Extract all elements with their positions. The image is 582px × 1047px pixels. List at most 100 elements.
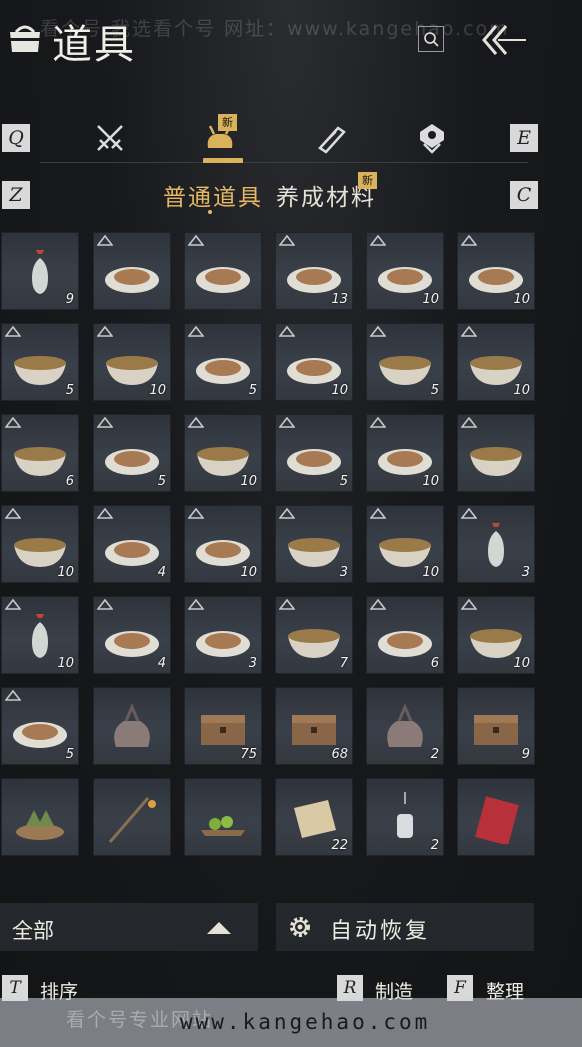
item-slot[interactable]: 13 [275,232,353,310]
braised-pork-icon [378,631,432,657]
item-slot[interactable]: 5 [184,323,262,401]
item-slot[interactable]: 10 [366,414,444,492]
scroll-icon [318,126,346,154]
item-quantity: 10 [422,565,439,580]
item-slot[interactable]: 68 [275,687,353,765]
bean-soup-icon [288,538,340,567]
tab-equipment[interactable] [80,112,140,164]
item-slot[interactable]: 9 [457,687,535,765]
porridge-bowl-icon [14,538,66,567]
vase-icon [32,614,48,658]
item-slot[interactable] [184,232,262,310]
item-slot[interactable]: 75 [184,687,262,765]
item-slot[interactable]: 10 [184,505,262,583]
item-slot[interactable]: 10 [366,505,444,583]
wooden-chest-icon [201,715,245,745]
prev-subtab-key[interactable]: Z [2,181,30,209]
item-slot[interactable] [93,778,171,856]
tofu-plate-icon [105,540,159,566]
item-slot[interactable]: 7 [275,596,353,674]
item-slot[interactable]: 10 [184,414,262,492]
item-slot[interactable] [93,687,171,765]
tab-divider [40,162,528,163]
item-quantity: 6 [430,656,439,671]
item-quantity: 3 [339,565,348,580]
tab-items[interactable]: 新 [190,112,250,164]
item-slot[interactable]: 5 [93,414,171,492]
item-quantity: 10 [422,474,439,489]
active-tab-indicator [203,158,243,163]
item-slot[interactable]: 10 [1,596,79,674]
item-quantity: 10 [513,383,530,398]
item-quantity: 7 [339,656,348,671]
item-slot[interactable]: 10 [93,323,171,401]
search-icon [424,32,439,47]
item-quantity: 3 [248,656,257,671]
red-envelope-icon [475,796,519,844]
item-slot[interactable]: 4 [93,505,171,583]
item-slot[interactable]: 6 [1,414,79,492]
auto-restore-label: 自动恢复 [330,919,431,944]
item-slot[interactable]: 2 [366,687,444,765]
stew-bowl-icon [470,447,522,476]
item-quantity: 68 [331,747,348,762]
item-slot[interactable]: 10 [366,232,444,310]
item-slot[interactable]: 5 [366,323,444,401]
cup-soup-icon [197,447,249,476]
item-slot[interactable]: 4 [93,596,171,674]
auto-restore-button[interactable]: 自动恢复 [276,903,534,951]
item-quantity: 13 [331,292,348,307]
item-slot[interactable]: 2 [366,778,444,856]
item-quantity: 4 [157,656,166,671]
next-subtab-key[interactable]: C [510,181,538,209]
item-slot[interactable] [457,778,535,856]
tab-map[interactable] [402,112,462,164]
item-quantity: 10 [422,292,439,307]
wooden-chest-icon [474,715,518,745]
item-slot[interactable] [93,232,171,310]
clay-bowl-icon [379,538,431,567]
cloth-sack-icon [114,703,150,747]
red-dish-icon [105,449,159,475]
item-slot[interactable]: 3 [457,505,535,583]
item-slot[interactable]: 5 [1,687,79,765]
item-slot[interactable]: 6 [366,596,444,674]
next-category-key[interactable]: E [510,124,538,152]
item-slot[interactable] [1,778,79,856]
tab-scrolls[interactable] [300,112,360,164]
item-slot[interactable]: 5 [1,323,79,401]
item-quantity: 9 [65,292,74,307]
back-button[interactable] [476,20,528,60]
item-slot[interactable]: 10 [457,596,535,674]
item-grid: 9 13 10 10 5 10 5 10 5 10 6 5 10 5 10 10 4 10 3 10 3 10 4 3 7 6 10… [0,230,540,880]
item-slot[interactable]: 9 [1,232,79,310]
item-quantity: 5 [65,383,74,398]
item-slot[interactable]: 22 [275,778,353,856]
item-slot[interactable] [457,414,535,492]
item-slot[interactable]: 10 [275,323,353,401]
item-quantity: 2 [430,747,439,762]
wooden-chest-icon [292,715,336,745]
subtab-common-items[interactable]: 普通道具 [163,178,263,212]
filter-dropdown[interactable]: 全部 [0,903,258,951]
item-slot[interactable]: 10 [457,232,535,310]
item-quantity: 10 [240,565,257,580]
stir-fry-plate-icon [196,540,250,566]
meat-plate-icon [287,449,341,475]
item-slot[interactable] [184,778,262,856]
item-slot[interactable]: 3 [184,596,262,674]
prev-category-key[interactable]: Q [2,124,30,152]
item-slot[interactable]: 3 [275,505,353,583]
item-slot[interactable]: 5 [275,414,353,492]
search-button[interactable] [418,26,444,52]
item-quantity: 75 [240,747,257,762]
clay-pot-icon [288,629,340,658]
new-badge: 新 [218,114,237,131]
item-slot[interactable]: 10 [457,323,535,401]
item-quantity: 10 [240,474,257,489]
item-slot[interactable]: 10 [1,505,79,583]
item-quantity: 10 [149,383,166,398]
item-quantity: 5 [248,383,257,398]
item-quantity: 2 [430,838,439,853]
item-quantity: 3 [521,565,530,580]
